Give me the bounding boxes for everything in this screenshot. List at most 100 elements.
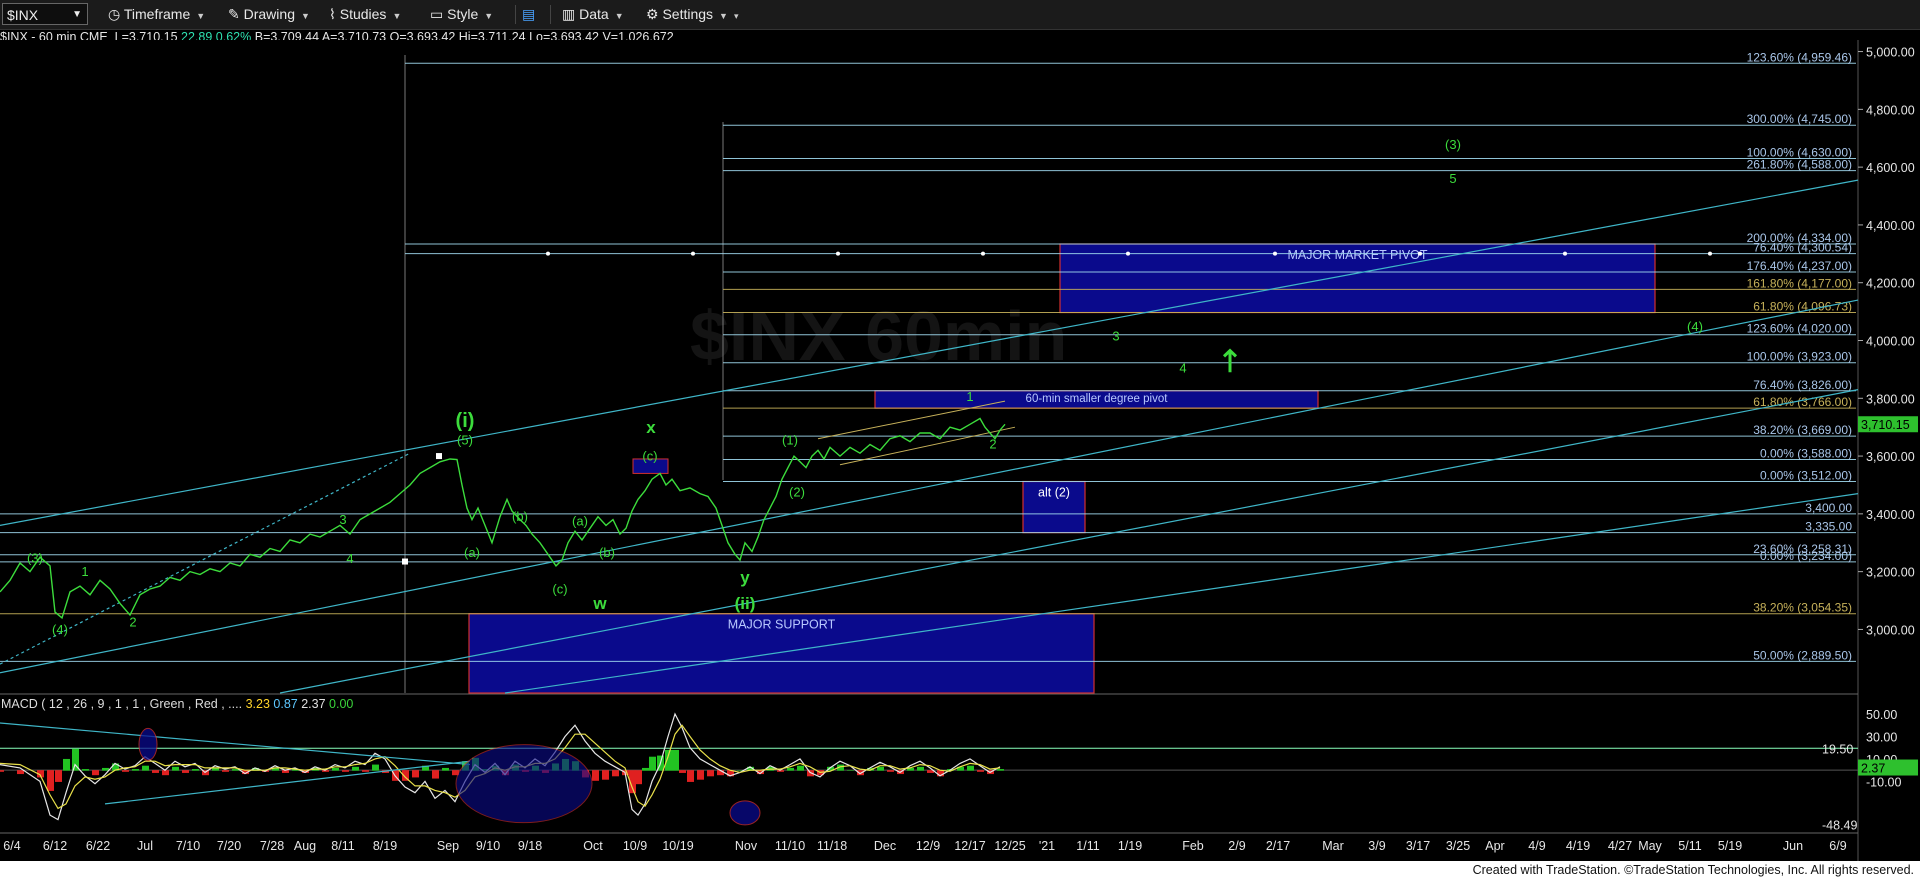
macd-hist-bar	[787, 767, 794, 771]
zone-label: alt (2)	[1038, 485, 1070, 499]
macd-hist-bar	[192, 769, 199, 771]
level-dot	[1563, 251, 1567, 256]
time-axis[interactable]: 6/4 6/12 6/22 Jul 7/10 7/20 7/28 Aug 8/11 8/19 Sep…	[3, 839, 1846, 853]
wave-label: y	[740, 568, 750, 587]
x-tick-label: 7/20	[217, 839, 241, 853]
macd-hist-bar	[372, 764, 379, 771]
macd-hist-bar	[92, 770, 99, 776]
price-axis[interactable]: 5,000.00 4,800.00 4,600.00 4,400.00 4,200.00…	[1858, 46, 1918, 638]
x-tick-label: 4/27	[1608, 839, 1632, 853]
macd-tick-label: 50.00	[1866, 708, 1897, 722]
fib-label: 76.40% (4,300.54)	[1753, 241, 1852, 255]
x-tick-label: Mar	[1322, 839, 1344, 853]
macd-highlight	[455, 744, 593, 824]
macd-hist-bar	[797, 765, 804, 771]
x-tick-label: Jul	[137, 839, 153, 853]
y-tick-label: 3,800.00	[1866, 392, 1915, 406]
x-tick-label: 10/19	[662, 839, 693, 853]
macd-hist-bar	[342, 770, 349, 772]
y-tick-label: 4,600.00	[1866, 161, 1915, 175]
anchor-marker	[436, 453, 442, 460]
wave-label: 1	[81, 564, 88, 579]
x-tick-label: Apr	[1485, 839, 1504, 853]
macd-hist-bar	[977, 770, 984, 772]
watermark: $INX 60min	[690, 297, 1067, 375]
fib-label: 261.80% (4,588.00)	[1747, 158, 1852, 172]
macd-hist-bar	[602, 770, 609, 780]
x-tick-label: 1/19	[1118, 839, 1142, 853]
x-tick-label: Nov	[735, 839, 758, 853]
macd-hist-bar	[17, 770, 24, 775]
zone-label: MAJOR MARKET PIVOT	[1287, 248, 1427, 262]
wave-label: (a)	[464, 545, 480, 560]
macd-hist-bar	[967, 765, 974, 771]
macd-hist-bar	[352, 766, 359, 771]
wave-label: (c)	[552, 581, 567, 596]
x-tick-label: 4/9	[1528, 839, 1545, 853]
x-tick-label: Sep	[437, 839, 459, 853]
fib-label: 0.00% (3,588.00)	[1760, 447, 1852, 461]
y-tick-label: 4,200.00	[1866, 277, 1915, 291]
macd-hist-bar	[697, 770, 704, 780]
x-tick-label: 3/9	[1368, 839, 1385, 853]
y-tick-label: 4,800.00	[1866, 103, 1915, 117]
macd-hist-bar	[162, 770, 169, 776]
fib-label: 0.00% (3,234.00)	[1760, 549, 1852, 563]
x-tick-label: 12/17	[954, 839, 985, 853]
x-tick-label: 5/11	[1678, 839, 1701, 853]
macd-hist-bar	[63, 758, 70, 771]
level-dot	[1708, 251, 1712, 256]
wave-label: 5	[1449, 171, 1456, 186]
x-tick-label: 2/9	[1228, 839, 1245, 853]
macd-hist-bar	[642, 767, 649, 771]
y-tick-label: 3,000.00	[1866, 623, 1915, 637]
macd-name: MACD ( 12 , 26 , 9 , 1 , 1 , Green , Red…	[1, 697, 243, 711]
x-tick-label: 4/19	[1566, 839, 1590, 853]
macd-hist-bar	[432, 770, 439, 779]
x-tick-label: 9/10	[476, 839, 500, 853]
macd-hist-bar	[877, 766, 884, 771]
macd-hist-bar	[649, 756, 656, 771]
macd-hist-bar	[182, 770, 189, 773]
zone-label: MAJOR SUPPORT	[728, 618, 836, 632]
macd-value: 3.23	[245, 697, 270, 711]
macd-hist-bar	[55, 770, 62, 782]
macd-hist-bar	[665, 749, 672, 771]
y-tick-label: 3,400.00	[1866, 508, 1915, 522]
x-tick-label: Aug	[294, 839, 316, 853]
wave-label: 3	[339, 512, 346, 527]
macd-hist-bar	[132, 769, 139, 771]
macd-hist-bar	[332, 767, 339, 771]
macd-legend[interactable]: MACD ( 12 , 26 , 9 , 1 , 1 , Green , Red…	[1, 697, 353, 711]
wave-label: (2)	[789, 485, 805, 500]
wave-label: 2	[989, 437, 996, 452]
macd-last-label: 2.37	[1861, 762, 1885, 776]
x-tick-label: 5/19	[1718, 839, 1742, 853]
fib-label: 0.00% (3,512.00)	[1760, 468, 1852, 482]
macd-hist-bar	[635, 770, 642, 785]
wave-label: 1	[966, 389, 973, 404]
x-tick-label: 1/11	[1076, 839, 1099, 853]
x-tick-label: 2/17	[1266, 839, 1290, 853]
macd-hist-bar	[687, 770, 694, 782]
wave-label: (1)	[782, 433, 798, 448]
price-chart[interactable]: $INX 60min MAJOR MARKET PIVOT 60-min smal…	[0, 0, 1920, 879]
fib-label: 123.60% (4,020.00)	[1747, 322, 1852, 336]
level-dot	[691, 251, 695, 256]
wave-label: (c)	[642, 448, 657, 463]
x-tick-label: 3/25	[1446, 839, 1470, 853]
copyright-footer: Created with TradeStation. ©TradeStation…	[1470, 862, 1916, 878]
level-dot	[546, 251, 550, 256]
x-tick-label: 11/10	[775, 839, 805, 853]
wave-label: (b)	[599, 545, 615, 560]
fib-label: 176.40% (4,237.00)	[1747, 259, 1852, 273]
x-tick-label: 3/17	[1406, 839, 1430, 853]
anchor-marker	[402, 558, 408, 565]
macd-diff-value: 2.37	[301, 697, 326, 711]
x-tick-label: '21	[1039, 839, 1055, 853]
fib-label: 38.20% (3,669.00)	[1753, 423, 1852, 437]
wave-label: (i)	[456, 410, 475, 432]
x-tick-label: 6/9	[1829, 839, 1846, 853]
macd-hist-bar	[47, 770, 54, 791]
macd-hist-bar	[442, 767, 449, 771]
